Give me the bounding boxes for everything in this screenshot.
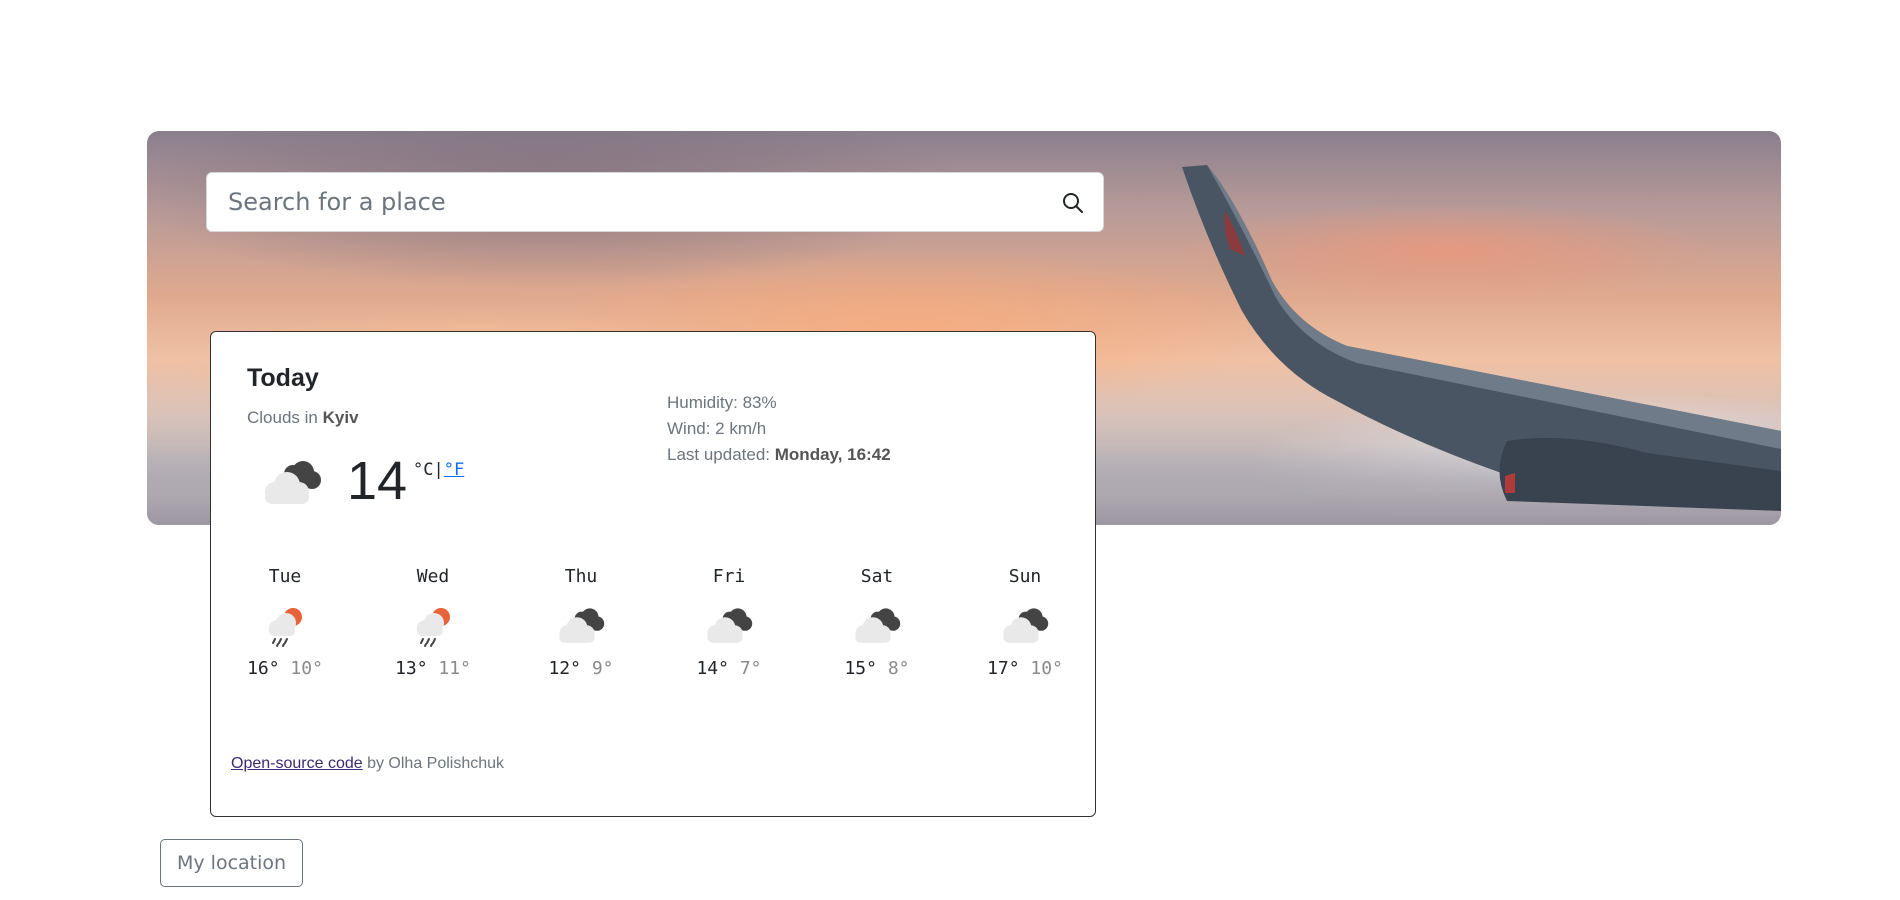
forecast-day: Thu 12° 9°	[507, 564, 655, 679]
last-updated-label: Last updated:	[667, 445, 775, 464]
forecast-low: 9°	[591, 658, 614, 679]
forecast-high: 14°	[696, 658, 729, 679]
footer-credit: Open-source code by Olha Polishchuk	[231, 755, 504, 773]
forecast-low: 10°	[1030, 658, 1063, 679]
forecast-high: 17°	[987, 658, 1020, 679]
search-box	[206, 172, 1104, 232]
forecast-row: Tue 16° 10° Wed 13° 11° Thu 12° 9° Fri 1…	[211, 564, 1097, 714]
forecast-day: Wed 13° 11°	[359, 564, 507, 679]
forecast-day-name: Fri	[712, 566, 746, 587]
broken-clouds-icon	[1003, 608, 1049, 643]
broken-clouds-icon	[265, 461, 321, 504]
forecast-low: 11°	[438, 658, 471, 679]
rain-sun-icon	[417, 608, 450, 647]
fahrenheit-link[interactable]: °F	[444, 460, 464, 480]
forecast-day-name: Sat	[860, 566, 894, 587]
today-heading: Today	[247, 364, 319, 392]
weather-details: Humidity: 83% Wind: 2 km/h Last updated:…	[667, 390, 891, 468]
forecast-day-name: Wed	[416, 566, 450, 587]
forecast-day: Sat 15° 8°	[803, 564, 951, 679]
forecast-low: 10°	[290, 658, 323, 679]
broken-clouds-icon	[855, 608, 901, 643]
humidity: Humidity: 83%	[667, 393, 777, 412]
broken-clouds-icon	[707, 608, 753, 643]
weather-description: Clouds in Kyiv	[247, 408, 359, 428]
forecast-high: 15°	[844, 658, 877, 679]
description-prefix: Clouds in	[247, 408, 323, 427]
wind: Wind: 2 km/h	[667, 419, 767, 438]
source-code-link[interactable]: Open-source code	[231, 755, 363, 772]
last-updated: Last updated: Monday, 16:42	[667, 442, 891, 468]
unit-toggle: °C|°F	[413, 460, 464, 480]
broken-clouds-icon	[559, 608, 605, 643]
celsius-unit[interactable]: °C	[413, 460, 433, 480]
forecast-low: 7°	[739, 658, 762, 679]
forecast-day: Tue 16° 10°	[211, 564, 359, 679]
forecast-high: 12°	[548, 658, 581, 679]
search-input[interactable]	[207, 173, 1048, 231]
forecast-high: 16°	[247, 658, 280, 679]
forecast-day-name: Tue	[268, 566, 302, 587]
city-name: Kyiv	[322, 408, 359, 427]
forecast-high: 13°	[395, 658, 428, 679]
forecast-day: Fri 14° 7°	[655, 564, 803, 679]
forecast-day: Sun 17° 10°	[951, 564, 1099, 679]
my-location-button[interactable]: My location	[160, 839, 304, 887]
forecast-day-name: Thu	[564, 566, 598, 587]
forecast-day-name: Sun	[1008, 566, 1042, 587]
author-credit: by Olha Polishchuk	[362, 755, 505, 772]
unit-separator: |	[433, 460, 444, 480]
current-temperature: 14	[347, 451, 408, 511]
rain-sun-icon	[269, 608, 302, 647]
last-updated-value: Monday, 16:42	[774, 445, 891, 464]
forecast-low: 8°	[887, 658, 910, 679]
weather-app: Today Clouds in Kyiv 14 °C|°F Humidity: …	[0, 0, 1900, 900]
weather-card: Today Clouds in Kyiv 14 °C|°F Humidity: …	[210, 331, 1096, 817]
search-icon[interactable]	[1061, 191, 1085, 215]
